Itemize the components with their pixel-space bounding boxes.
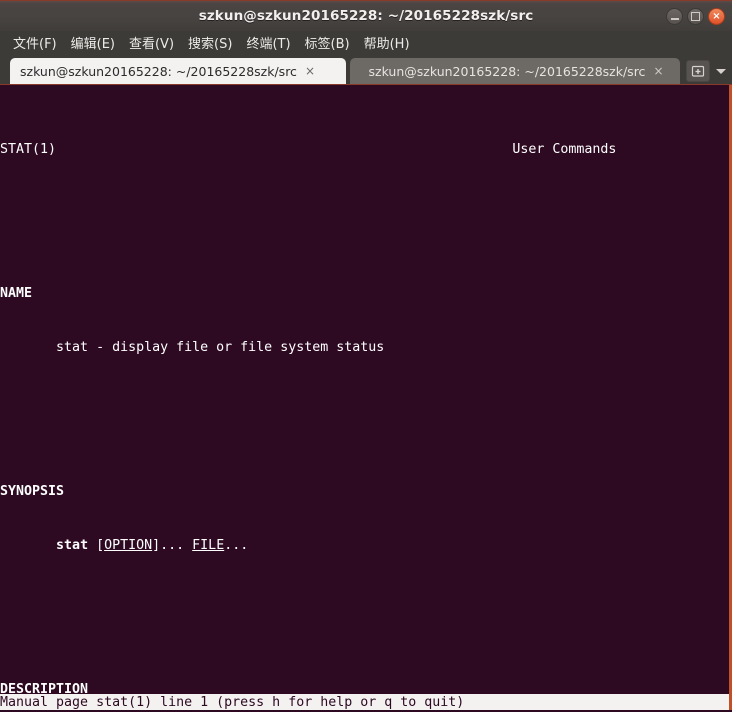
menu-item-help[interactable]: 帮助(H) xyxy=(357,36,417,53)
tab-0[interactable]: szkun@szkun20165228: ~/20165228szk/src × xyxy=(10,58,346,84)
blank-row xyxy=(0,609,729,627)
tab-1[interactable]: szkun@szkun20165228: ~/20165228szk/src × xyxy=(350,58,680,84)
new-tab-button[interactable] xyxy=(686,60,710,82)
minimize-button[interactable] xyxy=(666,8,683,25)
minimize-icon xyxy=(670,17,679,20)
window-controls: × xyxy=(666,1,725,32)
tab-0-label: szkun@szkun20165228: ~/20165228szk/src xyxy=(20,63,297,79)
man-header-row: STAT(1) User Commands STAT(1) xyxy=(0,141,729,159)
menu-item-view[interactable]: 查看(V) xyxy=(122,36,181,53)
blank-row xyxy=(0,411,729,429)
menu-item-edit[interactable]: 编辑(E) xyxy=(64,36,122,53)
tab-1-label: szkun@szkun20165228: ~/20165228szk/src xyxy=(368,63,646,79)
tab-bar: szkun@szkun20165228: ~/20165228szk/src ×… xyxy=(0,57,732,85)
man-page-content: STAT(1) User Commands STAT(1) NAME stat … xyxy=(0,85,729,710)
tab-1-close-icon[interactable]: × xyxy=(653,65,663,77)
tab-0-close-icon[interactable]: × xyxy=(305,65,315,77)
man-header-left: STAT(1) xyxy=(0,142,57,157)
terminal-screen[interactable]: STAT(1) User Commands STAT(1) NAME stat … xyxy=(0,85,732,710)
section-heading-synopsis: SYNOPSIS xyxy=(0,484,65,499)
chevron-down-icon xyxy=(716,68,726,74)
menu-item-file[interactable]: 文件(F) xyxy=(6,36,64,53)
window-title: szkun@szkun20165228: ~/20165228szk/src xyxy=(198,8,534,24)
new-tab-icon xyxy=(691,65,705,77)
title-bar[interactable]: szkun@szkun20165228: ~/20165228szk/src × xyxy=(0,0,732,31)
menu-bar: 文件(F) 编辑(E) 查看(V) 搜索(S) 终端(T) 标签(B) 帮助(H… xyxy=(0,31,732,57)
blank-row xyxy=(0,213,729,231)
maximize-icon xyxy=(691,12,700,21)
terminal-window: szkun@szkun20165228: ~/20165228szk/src ×… xyxy=(0,0,732,712)
close-icon: × xyxy=(712,10,721,22)
man-header-center: User Commands xyxy=(512,142,617,157)
menu-item-search[interactable]: 搜索(S) xyxy=(181,36,239,53)
close-button[interactable]: × xyxy=(708,8,725,25)
tab-actions xyxy=(686,60,730,82)
menu-item-tabs[interactable]: 标签(B) xyxy=(298,36,357,53)
synopsis-option-arg: OPTION xyxy=(104,538,153,553)
tab-list-button[interactable] xyxy=(712,60,730,82)
section-heading-name: NAME xyxy=(0,286,33,301)
maximize-button[interactable] xyxy=(687,8,704,25)
menu-item-terminal[interactable]: 终端(T) xyxy=(239,36,297,53)
synopsis-body: stat [OPTION]... FILE... xyxy=(56,538,249,553)
name-body: stat - display file or file system statu… xyxy=(0,340,385,355)
synopsis-command: stat xyxy=(56,538,89,553)
synopsis-file-arg: FILE xyxy=(192,538,225,553)
pager-status-line: Manual page stat(1) line 1 (press h for … xyxy=(0,694,729,710)
